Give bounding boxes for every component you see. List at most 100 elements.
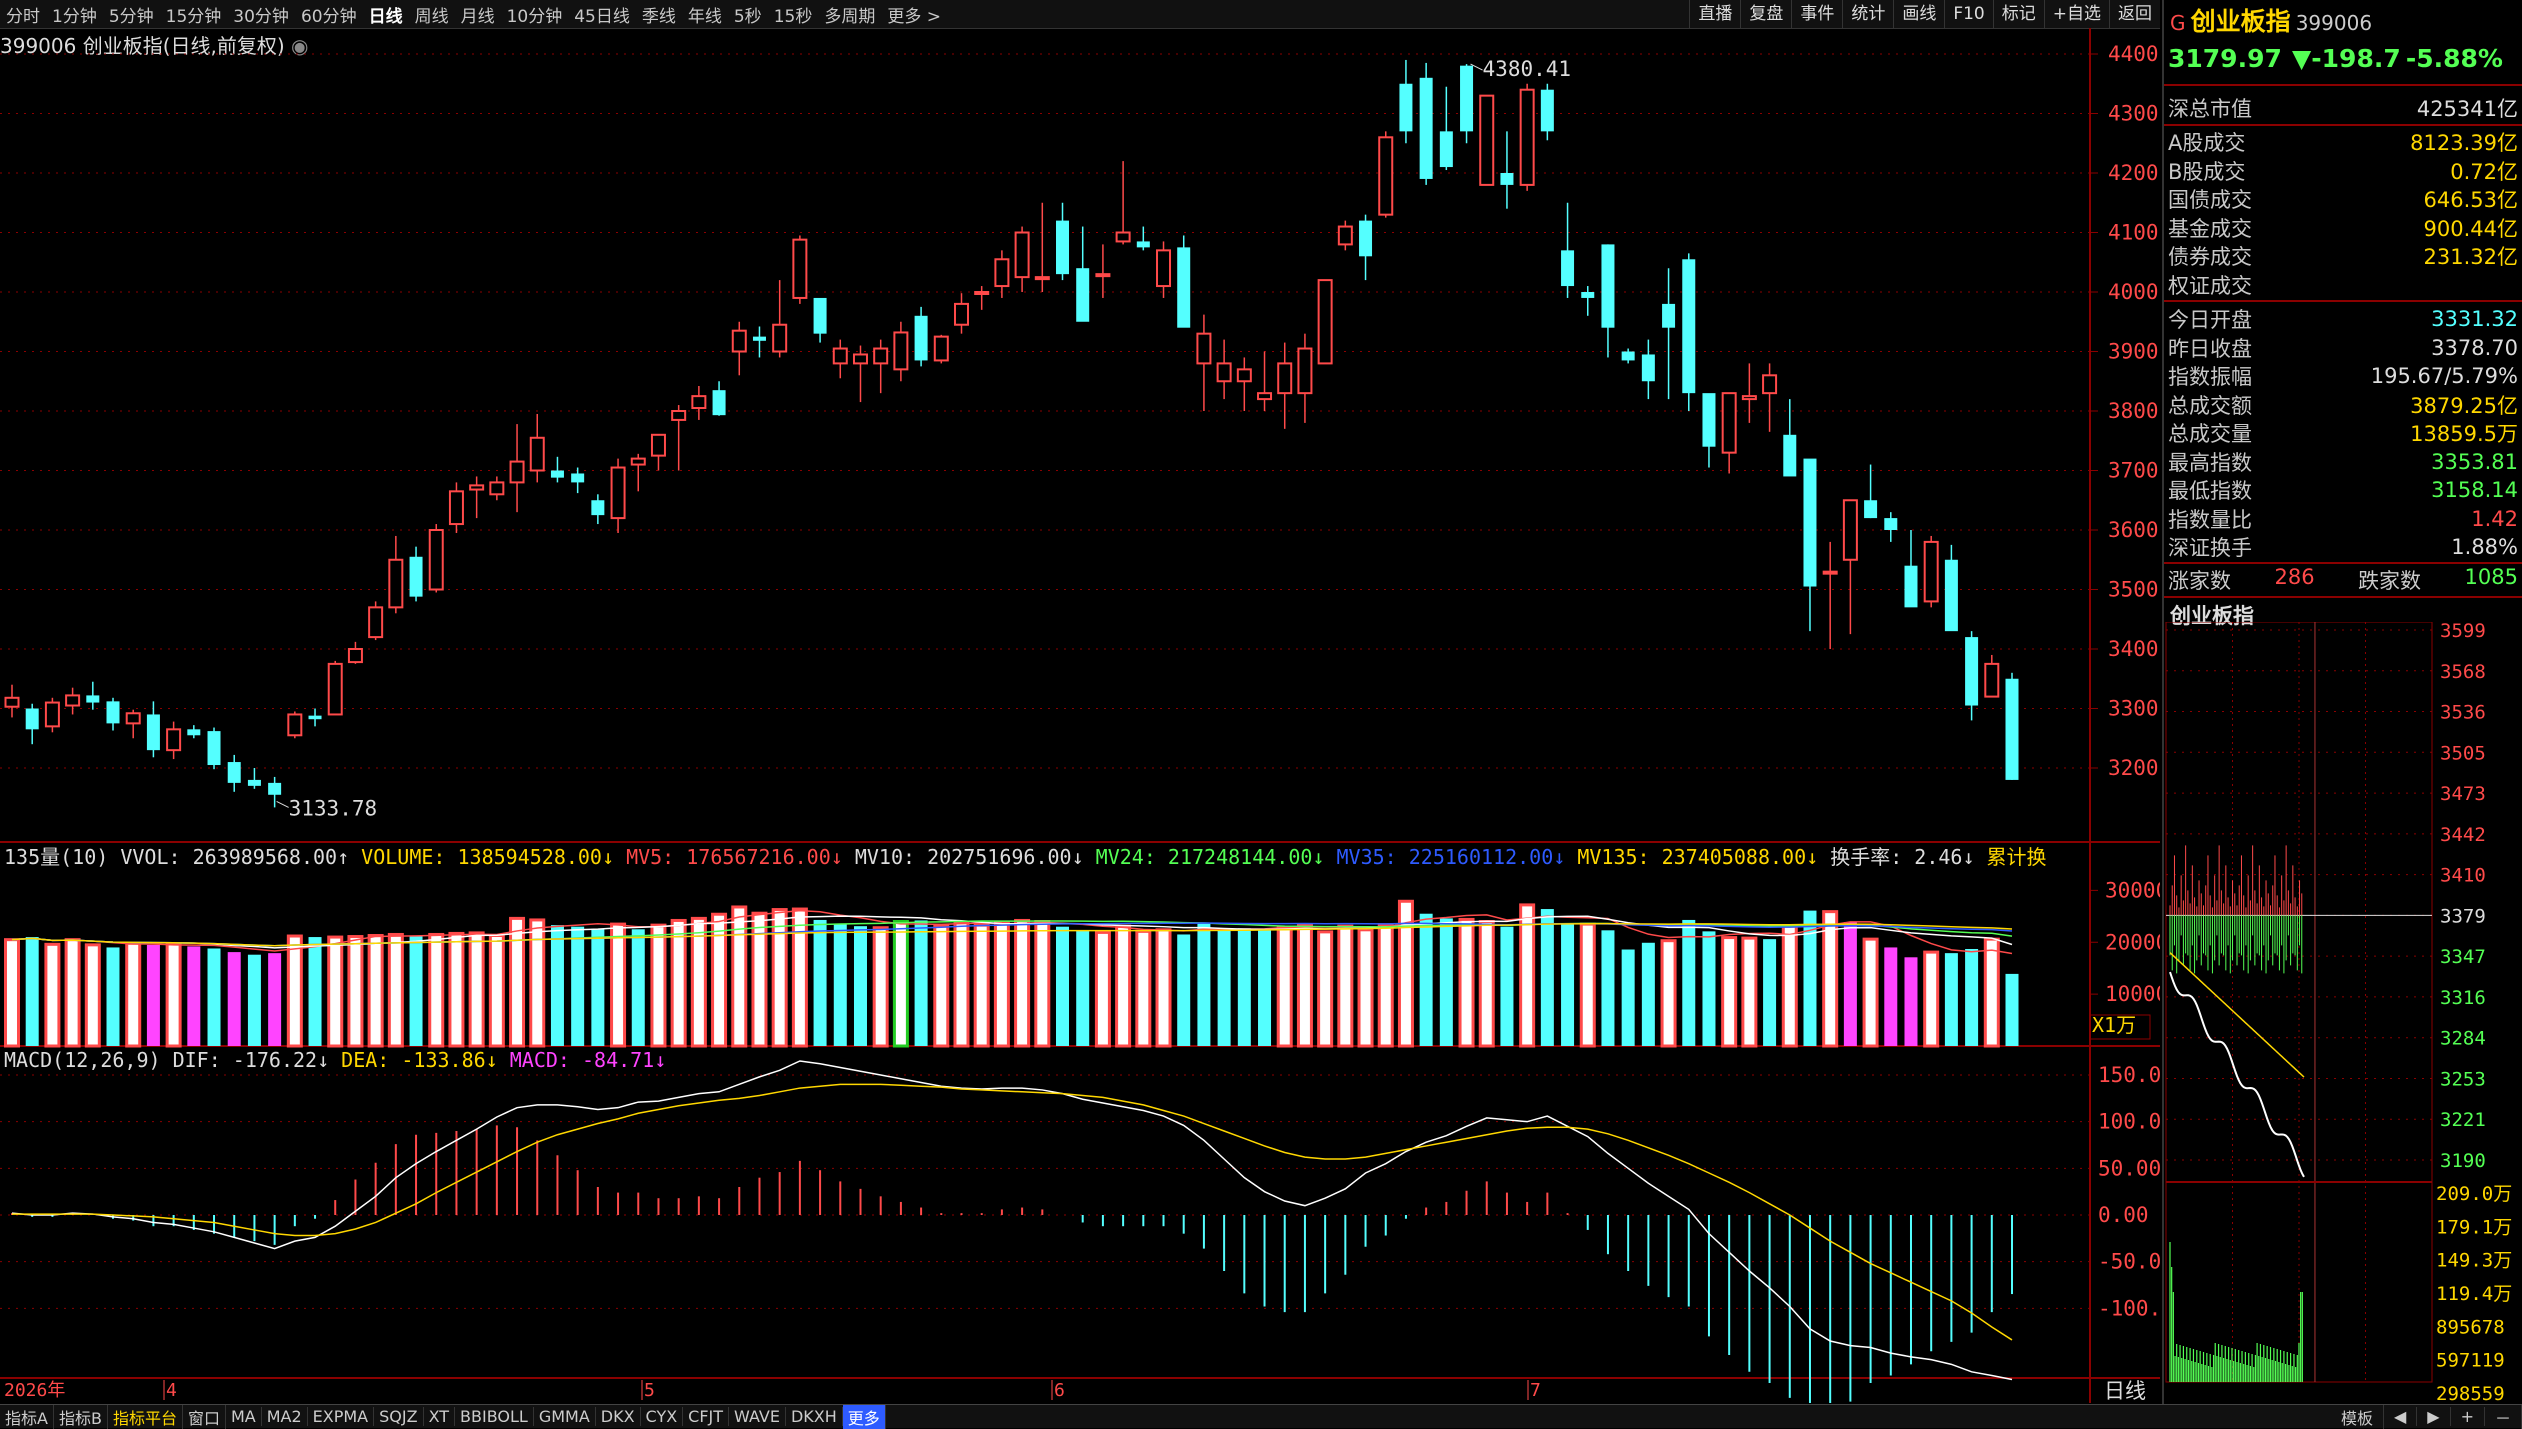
period-7[interactable]: 周线 [409,2,455,27]
indicator-tab-7[interactable]: SQJZ [374,1407,424,1426]
volume-bar [571,926,585,1046]
trade-row-value: 646.53亿 [2423,188,2518,212]
volume-bar [1076,930,1090,1046]
candle [1156,241,1172,298]
period-15[interactable]: 多周期 [818,2,881,27]
mini-vol-tick: 597119 [2436,1350,2505,1372]
mini-price-tick: 3536 [2440,702,2486,724]
main-chart-svg[interactable]: 4400 4300 4200 4100 4000 3900 3800 3700 3600 3500… [0,28,2160,1403]
volume-bar [509,916,526,1048]
mini-vol-tick: 179.1万 [2436,1216,2512,1238]
toolbar-btn-0[interactable]: 直播 [1689,0,1740,28]
period-2[interactable]: 5分钟 [103,2,160,27]
candle [1196,314,1212,411]
candle [1136,226,1150,251]
indicator-tab-9[interactable]: BBIBOLL [455,1407,534,1426]
indicator-tab-14[interactable]: WAVE [729,1407,786,1426]
period-14[interactable]: 15秒 [768,2,819,27]
indicator-tab-16[interactable]: 更多 [842,1404,886,1429]
period-label: 日线 [2104,1379,2146,1403]
volume-bar [227,952,241,1046]
toolbar-btn-2[interactable]: 事件 [1791,0,1842,28]
candle [1803,458,1817,632]
period-1[interactable]: 1分钟 [46,2,103,27]
volume-bar [286,934,303,1048]
indicator-tab-1[interactable]: 指标B [54,1404,108,1429]
indicator-tab-0[interactable]: 指标A [0,1404,54,1429]
indicator-tab-4[interactable]: MA [226,1407,262,1426]
volume-bar [993,921,1010,1048]
toolbar-btn-7[interactable]: +自选 [2043,0,2109,28]
candle [166,721,182,760]
period-11[interactable]: 季线 [636,2,682,27]
bottom-nav-3[interactable]: + [2451,1407,2485,1426]
trade-row-value: 231.32亿 [2423,245,2518,269]
stats-row-value: 1.42 [2471,506,2518,531]
indicator-tab-11[interactable]: DKX [596,1407,641,1426]
volume-bar [973,923,990,1048]
period-10[interactable]: 45日线 [568,2,636,27]
market-cap-value: 425341亿 [2416,97,2518,121]
candle [1399,59,1413,144]
period-5[interactable]: 60分钟 [295,2,363,27]
bottom-nav-0[interactable]: 模板 [2331,1404,2384,1429]
indicator-tab-13[interactable]: CFJT [683,1407,730,1426]
price-grid [0,53,2095,769]
period-4[interactable]: 30分钟 [227,2,295,27]
month-label: 4 [166,1380,177,1401]
volume-bar [1965,948,1979,1046]
candle [1479,94,1495,186]
indicator-tab-8[interactable]: XT [424,1407,456,1426]
volume-bar [1781,924,1798,1048]
toolbar-btn-6[interactable]: 标记 [1992,0,2044,28]
dif-line [11,1060,2013,1381]
mini-price-line [2169,971,2305,1178]
period-8[interactable]: 月线 [455,2,501,27]
period-12[interactable]: 年线 [682,2,728,27]
macd-tick: 0.00 [2098,1203,2149,1227]
toolbar-btn-5[interactable]: F10 [1944,0,1992,28]
period-9[interactable]: 10分钟 [501,2,569,27]
period-16[interactable]: 更多 > [881,2,947,27]
volume-bar [488,934,505,1048]
stats-row-label: 总成交额 [2168,393,2252,418]
indicator-tab-2[interactable]: 指标平台 [108,1404,183,1429]
volume-bar [1197,923,1211,1046]
volume-bar [1561,924,1575,1046]
intraday-mini-chart[interactable]: 3599 3568 3536 3505 3473 3442 3410 3379 3347 3316… [2164,622,2522,1402]
bottom-nav-2[interactable]: ▶ [2417,1407,2451,1426]
indicator-tab-10[interactable]: GMMA [534,1407,596,1426]
toolbar-btn-4[interactable]: 画线 [1893,0,1944,28]
stats-row-value: 3879.25亿 [2410,393,2518,418]
mini-price-tick: 3410 [2440,865,2486,887]
indicator-tab-3[interactable]: 窗口 [183,1404,226,1429]
indicator-tab-12[interactable]: CYX [641,1407,684,1426]
divider [2164,596,2522,598]
candle [227,754,241,792]
toolbar-btn-8[interactable]: 返回 [2109,0,2160,28]
period-13[interactable]: 5秒 [728,2,768,27]
period-3[interactable]: 15分钟 [160,2,228,27]
candle [873,339,889,394]
candle [630,453,646,492]
stats-row: 昨日收盘 3378.70 [2168,334,2518,362]
stats-row-label: 昨日收盘 [2168,336,2252,361]
indicator-tab-15[interactable]: DKXH [786,1407,843,1426]
volume-bar [1682,919,1696,1046]
toolbar-btn-3[interactable]: 统计 [1842,0,1893,28]
toolbar-btn-1[interactable]: 复盘 [1740,0,1791,28]
volume-bar [1944,953,1958,1046]
volume-bar [2005,973,2019,1046]
volume-bar [1155,928,1172,1048]
period-6[interactable]: 日线 [363,2,409,27]
bottom-nav-4[interactable]: － [2485,1404,2522,1429]
bottom-nav-1[interactable]: ◀ [2384,1407,2418,1426]
volume-bar [125,941,142,1048]
indicator-tab-6[interactable]: EXPMA [308,1407,375,1426]
period-0[interactable]: 分时 [0,2,46,27]
market-cap-label: 深总市值 [2168,97,2252,121]
mini-price-tick: 3316 [2440,987,2486,1009]
indicator-tab-5[interactable]: MA2 [262,1407,308,1426]
candle [1519,83,1535,191]
stats-row-label: 总成交量 [2168,422,2252,446]
